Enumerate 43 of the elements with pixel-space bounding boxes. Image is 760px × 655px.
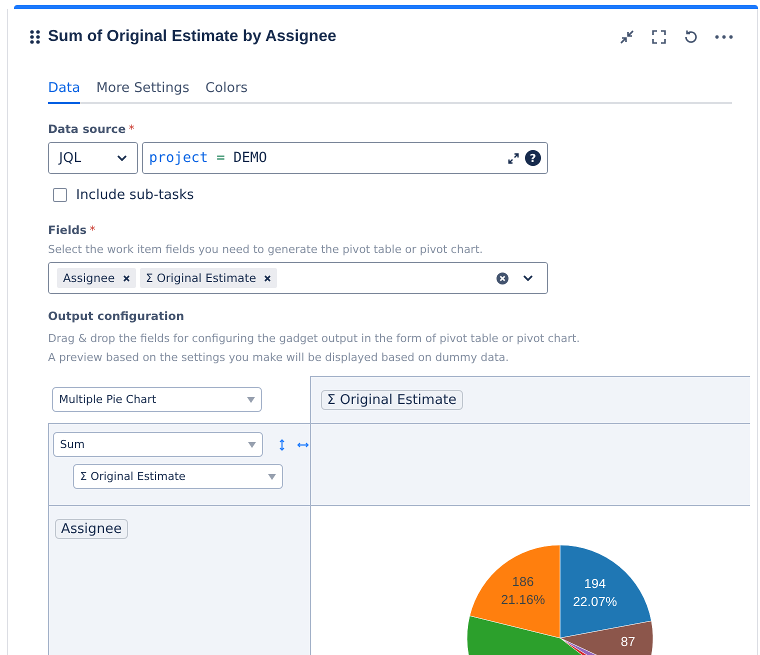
expand-icon[interactable] [508, 152, 519, 164]
required-mark: * [90, 223, 96, 237]
caret-icon [248, 442, 256, 448]
caret-icon [268, 474, 276, 480]
row-field-chip[interactable]: Assignee [55, 519, 128, 539]
remove-icon[interactable] [264, 274, 272, 282]
jql-input[interactable]: project = DEMO ? [142, 142, 548, 174]
column-field-chip[interactable]: Σ Original Estimate [321, 390, 463, 410]
include-subtasks-checkbox[interactable]: Include sub-tasks [53, 187, 732, 203]
tab[interactable]: Data [48, 75, 80, 104]
chevron-icon [117, 155, 127, 161]
tag-label: Σ Original Estimate [146, 271, 256, 285]
tag-label: Assignee [63, 271, 115, 285]
slice-value: 186 [512, 574, 534, 589]
chart-type-select[interactable]: Multiple Pie Chart [52, 387, 262, 412]
checkbox-label: Include sub-tasks [76, 187, 194, 203]
slice-percent: 22.07% [572, 594, 618, 609]
tab[interactable]: Colors [205, 75, 248, 104]
section-hint: Drag & drop the fields for configuring the gadget output in the form of pivot table or pivot chart. [48, 332, 581, 345]
section-label: Output configuration [48, 309, 184, 323]
value-field-select[interactable]: Σ Original Estimate [73, 464, 283, 489]
drag-handle-icon[interactable] [30, 30, 40, 44]
vertical-arrows-icon[interactable] [277, 438, 287, 450]
jql-query: project = DEMO [149, 150, 268, 166]
checkbox[interactable] [53, 188, 67, 202]
slice-percent: 21.16% [500, 592, 546, 607]
field-label: Fields [48, 223, 87, 237]
section-hint: A preview based on the settings you make will be displayed based on dummy data. [48, 351, 510, 364]
chevron-icon[interactable] [523, 275, 533, 281]
caret-icon [247, 396, 255, 402]
remove-icon[interactable] [122, 274, 130, 282]
field-hint: Select the work item fields you need to generate the pivot table or pivot chart. [48, 243, 484, 256]
aggregation-select[interactable]: Sum [53, 432, 263, 457]
clear-icon[interactable] [496, 272, 509, 284]
required-mark: * [128, 122, 135, 136]
fields-select[interactable]: Assignee Σ Original Estimate [48, 262, 548, 294]
tab[interactable]: More Settings [96, 75, 190, 104]
slice-value: 87 [620, 634, 636, 649]
help-icon[interactable]: ? [525, 150, 541, 166]
gadget-title: Sum of Original Estimate by Assignee [48, 28, 338, 46]
field-label: Data source [48, 122, 126, 136]
source-type-select[interactable]: JQL [48, 142, 138, 174]
slice-value: 194 [584, 576, 606, 591]
